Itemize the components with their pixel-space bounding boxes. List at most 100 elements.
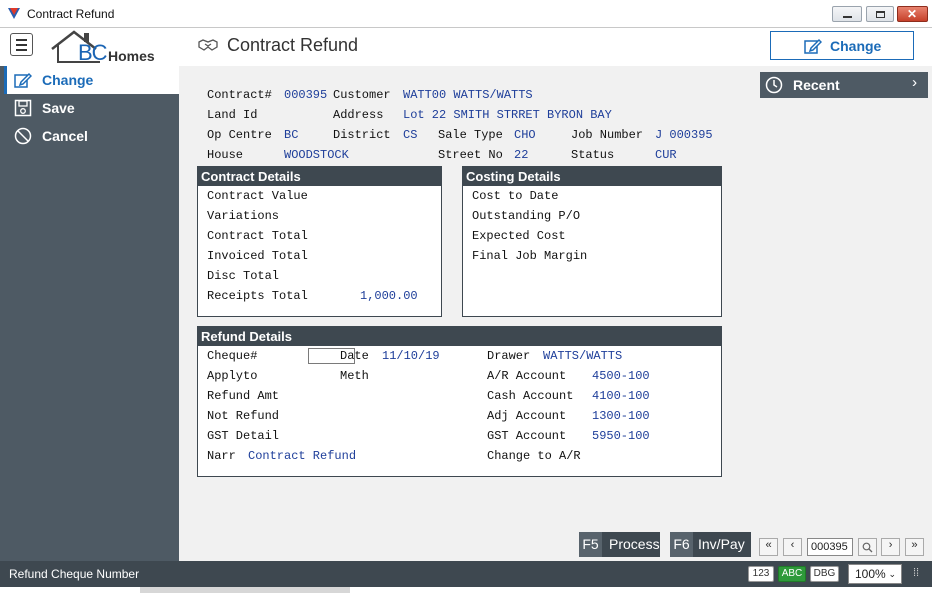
sale-type-value[interactable]: CHO bbox=[514, 128, 536, 142]
cost-to-date-label: Cost to Date bbox=[472, 189, 559, 203]
district-label: District bbox=[333, 128, 391, 142]
ar-account-value[interactable]: 4500-100 bbox=[592, 369, 650, 383]
minimize-button[interactable] bbox=[832, 6, 862, 22]
chevron-down-icon: ⌄ bbox=[888, 569, 896, 579]
app-header: BC Homes Contract Refund Change bbox=[0, 28, 932, 66]
process-key: F5 bbox=[579, 532, 602, 557]
status-value[interactable]: CUR bbox=[655, 148, 677, 162]
recent-button[interactable]: Recent › bbox=[760, 72, 928, 98]
status-label: Status bbox=[571, 148, 615, 162]
cash-account-value[interactable]: 4100-100 bbox=[592, 389, 650, 403]
handshake-icon bbox=[198, 39, 218, 51]
cash-account-label: Cash Account bbox=[487, 389, 574, 403]
numeric-mode-badge[interactable]: 123 bbox=[748, 566, 774, 582]
process-label: Process bbox=[609, 536, 660, 552]
sidebar-item-label: Save bbox=[42, 100, 75, 116]
bottom-strip bbox=[0, 587, 932, 593]
menu-icon-bar bbox=[16, 49, 27, 51]
inv-pay-button[interactable]: F6 Inv/Pay bbox=[670, 532, 751, 557]
first-record-button[interactable]: « bbox=[759, 538, 778, 556]
costing-details-panel: Costing Details Cost to Date Outstanding… bbox=[462, 166, 722, 317]
not-refund-label: Not Refund bbox=[207, 409, 280, 423]
cheque-label: Cheque# bbox=[207, 349, 258, 363]
bc-homes-logo: BC Homes bbox=[50, 29, 168, 65]
contract-value-label: Contract Value bbox=[207, 189, 308, 203]
background-window-fragment bbox=[140, 587, 350, 593]
contract-value[interactable]: 000395 bbox=[284, 88, 327, 102]
gst-detail-label: GST Detail bbox=[207, 429, 280, 443]
sidebar-item-label: Change bbox=[42, 72, 94, 88]
sidebar-item-label: Cancel bbox=[42, 128, 88, 144]
status-bar: Refund Cheque Number 123 ABC DBG 100% ⌄ … bbox=[0, 561, 932, 587]
contract-details-panel: Contract Details Contract Value Variatio… bbox=[197, 166, 442, 317]
refund-details-title: Refund Details bbox=[201, 329, 293, 344]
title-bar: Contract Refund ✕ bbox=[0, 0, 932, 28]
street-no-value[interactable]: 22 bbox=[514, 148, 528, 162]
next-record-button[interactable]: › bbox=[881, 538, 900, 556]
maximize-button[interactable] bbox=[866, 6, 894, 22]
costing-details-title: Costing Details bbox=[466, 169, 561, 184]
menu-button[interactable] bbox=[10, 33, 33, 56]
double-chevron-left-icon: « bbox=[765, 540, 772, 552]
narr-value[interactable]: Contract Refund bbox=[248, 449, 356, 463]
contract-total-label: Contract Total bbox=[207, 229, 308, 243]
close-button[interactable]: ✕ bbox=[897, 6, 928, 22]
disc-total-label: Disc Total bbox=[207, 269, 280, 283]
sidebar-item-cancel[interactable]: Cancel bbox=[4, 122, 179, 150]
drawer-label: Drawer bbox=[487, 349, 531, 363]
search-icon bbox=[862, 542, 873, 553]
sidebar-item-change[interactable]: Change bbox=[4, 66, 179, 94]
ar-account-label: A/R Account bbox=[487, 369, 567, 383]
chevron-right-icon: › bbox=[887, 540, 894, 552]
inv-pay-label: Inv/Pay bbox=[698, 536, 745, 552]
adj-account-label: Adj Account bbox=[487, 409, 567, 423]
menu-icon bbox=[16, 39, 27, 41]
address-value[interactable]: Lot 22 SMITH STRRET BYRON BAY bbox=[403, 108, 612, 122]
logo-homes-text: Homes bbox=[108, 48, 155, 64]
chevron-left-icon: ‹ bbox=[789, 540, 796, 552]
final-job-margin-label: Final Job Margin bbox=[472, 249, 588, 263]
house-label: House bbox=[207, 148, 244, 162]
outstanding-po-label: Outstanding P/O bbox=[472, 209, 581, 223]
costing-details-header: Costing Details bbox=[463, 167, 721, 186]
receipts-total-value: 1,000.00 bbox=[360, 289, 418, 303]
edit-icon bbox=[804, 38, 822, 54]
customer-label: Customer bbox=[333, 88, 391, 102]
customer-value[interactable]: WATT00 WATTS/WATTS bbox=[403, 88, 533, 102]
resize-grip-icon[interactable]: ⁞⁞ bbox=[913, 567, 919, 579]
district-value[interactable]: CS bbox=[403, 128, 417, 142]
gst-account-label: GST Account bbox=[487, 429, 567, 443]
change-button[interactable]: Change bbox=[770, 31, 914, 60]
date-value[interactable]: 11/10/19 bbox=[382, 349, 440, 363]
adj-account-value[interactable]: 1300-100 bbox=[592, 409, 650, 423]
last-record-button[interactable]: » bbox=[905, 538, 924, 556]
date-label: Date bbox=[340, 349, 369, 363]
record-number-input[interactable]: 000395 bbox=[807, 538, 853, 556]
process-button[interactable]: F5 Process bbox=[579, 532, 660, 557]
drawer-value[interactable]: WATTS/WATTS bbox=[543, 349, 622, 363]
zoom-select[interactable]: 100% ⌄ bbox=[848, 564, 902, 584]
zoom-value: 100% bbox=[855, 567, 886, 581]
op-centre-value[interactable]: BC bbox=[284, 128, 298, 142]
address-label: Address bbox=[333, 108, 384, 122]
save-icon bbox=[14, 99, 32, 117]
menu-icon-bar bbox=[16, 44, 27, 46]
app-logo-icon bbox=[8, 8, 20, 19]
job-number-value[interactable]: J 000395 bbox=[655, 128, 713, 142]
maximize-icon bbox=[876, 11, 885, 18]
refund-amt-label: Refund Amt bbox=[207, 389, 280, 403]
sidebar-item-save[interactable]: Save bbox=[4, 94, 179, 122]
sale-type-label: Sale Type bbox=[438, 128, 503, 142]
invoiced-total-label: Invoiced Total bbox=[207, 249, 308, 263]
meth-label: Meth bbox=[340, 369, 369, 383]
prev-record-button[interactable]: ‹ bbox=[783, 538, 802, 556]
house-value[interactable]: WOODSTOCK bbox=[284, 148, 349, 162]
variations-label: Variations bbox=[207, 209, 280, 223]
logo-bc-text: BC bbox=[78, 40, 108, 65]
debug-mode-badge[interactable]: DBG bbox=[810, 566, 839, 582]
refund-details-panel: Refund Details Cheque# Date 11/10/19 Dra… bbox=[197, 326, 722, 477]
chevron-right-icon: › bbox=[910, 75, 920, 92]
abc-mode-badge[interactable]: ABC bbox=[778, 566, 806, 582]
search-record-button[interactable] bbox=[858, 538, 877, 556]
gst-account-value[interactable]: 5950-100 bbox=[592, 429, 650, 443]
